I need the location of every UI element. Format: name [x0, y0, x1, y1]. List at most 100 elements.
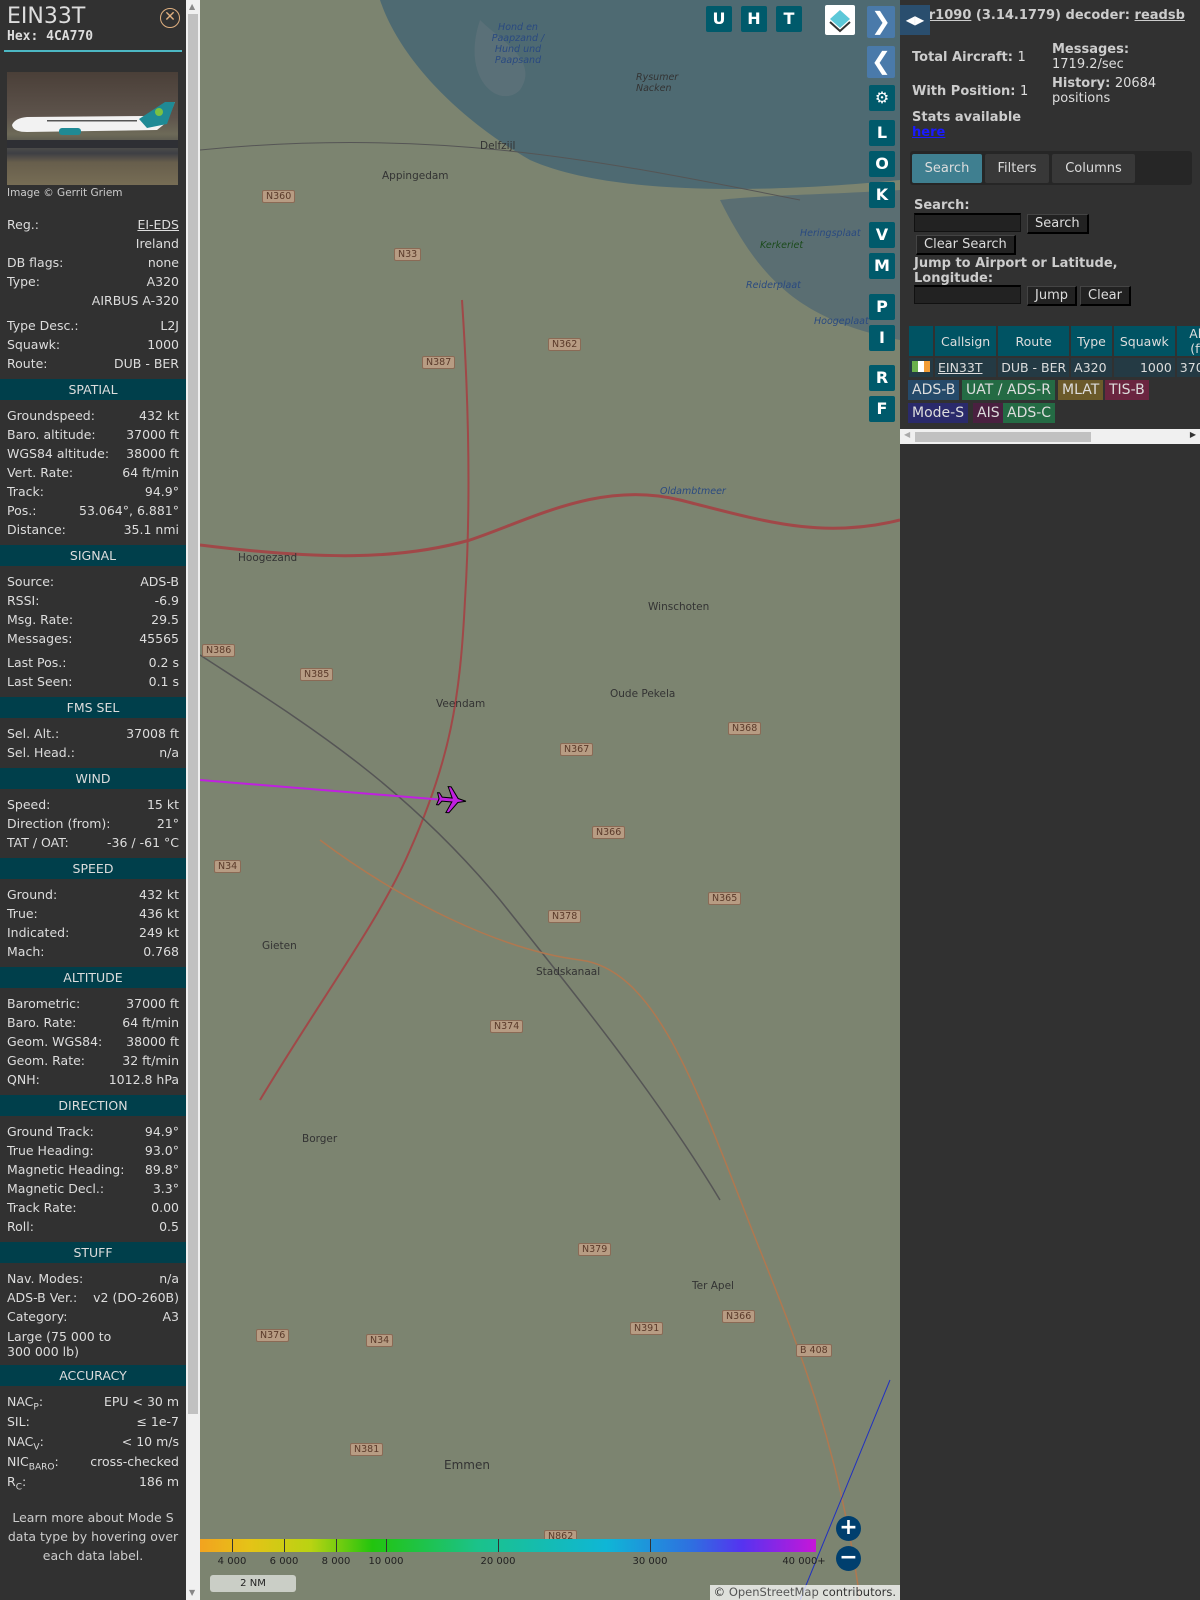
search-button[interactable]: Search	[1027, 214, 1089, 234]
map-button-m[interactable]: M	[869, 253, 895, 279]
detail-row: Direction (from): 21°	[0, 814, 186, 833]
map-button-i[interactable]: I	[869, 325, 895, 351]
scroll-down-icon[interactable]: ▼	[189, 1588, 195, 1597]
detail-label: Geom. Rate:	[7, 1053, 86, 1068]
detail-label: QNH:	[7, 1072, 40, 1087]
map-button-r[interactable]: R	[869, 365, 895, 391]
search-input[interactable]	[914, 213, 1021, 232]
route-cell: DUB - BER	[998, 358, 1070, 377]
detail-value: 29.5	[151, 612, 179, 627]
scrollbar-thumb[interactable]	[188, 14, 198, 1414]
jump-button[interactable]: Jump	[1027, 286, 1077, 306]
detail-row: Mach: 0.768	[0, 942, 186, 961]
source-badge-ais[interactable]: AIS	[973, 403, 1004, 423]
collapse-left-button[interactable]: ❮	[867, 46, 895, 78]
detail-row: Last Seen: 0.1 s	[0, 672, 186, 691]
total-value: 1	[1017, 50, 1026, 65]
column-header-callsign[interactable]: Callsign	[935, 326, 997, 356]
squawk-cell: 1000	[1113, 358, 1175, 377]
decoder-link[interactable]: readsb	[1135, 8, 1185, 23]
info-row: AIRBUS A-320	[0, 291, 186, 310]
footer-hint: Learn more about Mode S data type by hov…	[7, 1510, 179, 1563]
map-button-t[interactable]: T	[776, 6, 802, 32]
table-horizontal-scrollbar[interactable]: ◀ ▶	[900, 429, 1200, 444]
place-label: Heringsplaat	[800, 228, 861, 239]
detail-value: 3.3°	[152, 1181, 179, 1196]
detail-value: n/a	[159, 1271, 179, 1286]
scroll-left-icon[interactable]: ◀	[904, 430, 910, 439]
settings-button[interactable]: ⚙	[869, 85, 895, 111]
zoom-out-button[interactable]: −	[836, 1546, 861, 1571]
clear-jump-button[interactable]: Clear	[1080, 286, 1131, 306]
column-header-type[interactable]: Type	[1071, 326, 1112, 356]
accuracy-label: SIL:	[7, 1414, 30, 1429]
legend-tick	[232, 1539, 233, 1552]
info-value: none	[147, 255, 179, 270]
map-button-l[interactable]: L	[869, 120, 895, 146]
aircraft-photo[interactable]	[7, 72, 178, 185]
map-button-f[interactable]: F	[869, 396, 895, 422]
callsign-cell[interactable]: EIN33T	[935, 358, 997, 377]
info-value: 1000	[147, 337, 179, 352]
hex-label: Hex:	[7, 29, 39, 44]
stats-here-link[interactable]: here	[912, 125, 945, 140]
column-header-squawk[interactable]: Squawk	[1113, 326, 1175, 356]
section-header-stuff: STUFF	[0, 1242, 186, 1263]
scrollbar-thumb[interactable]	[915, 432, 1091, 442]
table-row[interactable]: EIN33T DUB - BER A320 1000 37000	[909, 358, 1200, 377]
detail-label: TAT / OAT:	[7, 835, 69, 850]
map-button-v[interactable]: V	[869, 222, 895, 248]
source-badge-mode-s[interactable]: Mode-S	[908, 403, 969, 423]
place-label: Reiderplaat	[746, 280, 801, 291]
aircraft-table: CallsignRouteTypeSquawkAlt. (ft) EIN33T …	[907, 324, 1200, 379]
scroll-right-icon[interactable]: ▶	[1190, 430, 1196, 439]
detail-label: Baro. Rate:	[7, 1015, 77, 1030]
detail-label: Msg. Rate:	[7, 612, 74, 627]
tab-search[interactable]: Search	[912, 154, 982, 183]
jump-input[interactable]	[914, 285, 1021, 304]
clear-search-button[interactable]: Clear Search	[916, 235, 1016, 255]
source-badge-ads-b[interactable]: ADS-B	[908, 380, 960, 400]
tab-filters[interactable]: Filters	[985, 154, 1049, 183]
sidebar-scrollbar[interactable]: ▲ ▼	[186, 0, 200, 1600]
map-button-h[interactable]: H	[741, 6, 767, 32]
detail-row: Track Rate: 0.00	[0, 1198, 186, 1217]
expand-right-button[interactable]: ❯	[867, 6, 895, 38]
altitude-cell: 37000	[1176, 358, 1200, 377]
source-badge-uat-ads-r[interactable]: UAT / ADS-R	[962, 380, 1055, 400]
detail-label: Ground Track:	[7, 1124, 94, 1139]
road-label: N379	[578, 1243, 612, 1256]
map-button-o[interactable]: O	[869, 151, 895, 177]
info-label: Route:	[7, 356, 48, 371]
detail-value: 0.1 s	[148, 674, 179, 689]
aircraft-marker-icon[interactable]	[435, 786, 467, 814]
detail-value: 64 ft/min	[122, 465, 179, 480]
osm-link[interactable]: OpenStreetMap	[729, 1585, 819, 1599]
column-header-route[interactable]: Route	[998, 326, 1070, 356]
flight-trail	[200, 779, 446, 801]
map-button-k[interactable]: K	[869, 182, 895, 208]
map-button-p[interactable]: P	[869, 294, 895, 320]
place-label: Borger	[302, 1133, 338, 1145]
layers-button[interactable]	[825, 5, 855, 35]
toggle-sidebar-button[interactable]: ◀▶	[900, 5, 930, 35]
label-main: NAC	[7, 1434, 34, 1449]
source-badge-ads-c[interactable]: ADS-C	[1003, 403, 1056, 423]
map-button-u[interactable]: U	[706, 6, 732, 32]
place-label: Ter Apel	[692, 1280, 734, 1292]
zoom-in-button[interactable]: +	[836, 1516, 861, 1541]
scroll-up-icon[interactable]: ▲	[189, 2, 195, 11]
column-header-alt-ft-[interactable]: Alt. (ft)	[1176, 326, 1200, 356]
source-badge-tis-b[interactable]: TIS-B	[1105, 380, 1149, 400]
accuracy-value: EPU < 30 m	[103, 1394, 179, 1409]
detail-row: Magnetic Decl.: 3.3°	[0, 1179, 186, 1198]
road-label: N33	[394, 248, 422, 261]
close-icon[interactable]: ✕	[160, 8, 180, 28]
tab-columns[interactable]: Columns	[1052, 154, 1135, 183]
map-view[interactable]: Delfzijl Appingedam Hoogezand Winschoten…	[200, 0, 900, 1600]
source-badge-mlat[interactable]: MLAT	[1058, 380, 1104, 400]
column-header-flag[interactable]	[909, 326, 933, 356]
road-label: N387	[422, 356, 456, 369]
detail-row: Messages: 45565	[0, 629, 186, 648]
registration-link[interactable]: EI-EDS	[137, 215, 179, 234]
